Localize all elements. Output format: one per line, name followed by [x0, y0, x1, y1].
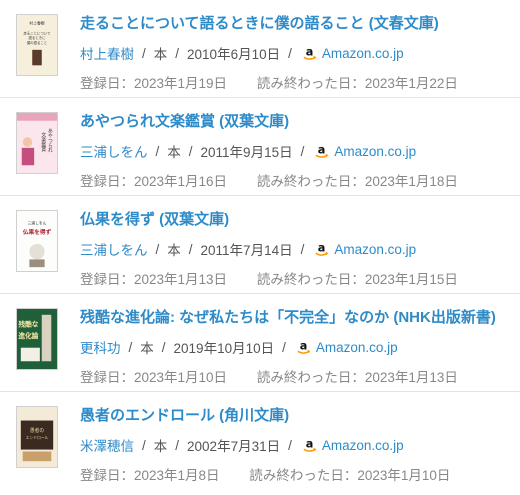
separator: /: [161, 339, 166, 355]
list-item: 愚者の エンドロール 愚者のエンドロール (角川文庫) 米澤穂信 / 本 / 2…: [0, 392, 520, 490]
book-title-link[interactable]: 愚者のエンドロール (角川文庫): [80, 404, 289, 425]
author-link[interactable]: 三浦しをん: [80, 141, 148, 161]
cover-text: 僕の語ること: [27, 40, 47, 45]
item-type: 本: [167, 243, 181, 258]
amazon-logo-icon: a: [315, 242, 329, 256]
separator: /: [155, 143, 160, 159]
store-label: Amazon.co.jp: [315, 339, 398, 355]
book-meta: 三浦しをん / 本 / 2011年7月14日 / a Amazon.co.jp: [80, 239, 416, 259]
list-item: 村上春樹 走ることについて 語るときに 僕の語ること 走ることについて語るときに…: [0, 0, 520, 98]
book-dates: 登録日：2023年1月10日 読み終わった日：2023年1月13日: [80, 366, 458, 386]
separator: /: [300, 241, 305, 257]
list-item: 三浦しをん 仏果を得ず 仏果を得ず (双葉文庫) 三浦しをん / 本 / 201…: [0, 196, 520, 294]
cover-text: 進化論: [18, 331, 38, 340]
list-item: あやつられ 文楽鑑賞 あやつられ文楽鑑賞 (双葉文庫) 三浦しをん / 本 / …: [0, 98, 520, 196]
amazon-link[interactable]: a Amazon.co.jp: [302, 438, 404, 453]
amazon-logo-icon: a: [297, 340, 311, 354]
author-link[interactable]: 三浦しをん: [80, 239, 148, 259]
cover-text: エンドロール: [26, 435, 49, 440]
separator: /: [300, 143, 305, 159]
amazon-logo-icon: a: [315, 144, 329, 158]
book-cover[interactable]: 三浦しをん 仏果を得ず: [16, 210, 58, 272]
author-link[interactable]: 更科功: [80, 337, 121, 357]
finished-date: 読み終わった日：2023年1月15日: [256, 272, 458, 287]
book-dates: 登録日：2023年1月13日 読み終わった日：2023年1月15日: [80, 268, 458, 288]
registered-date: 登録日：2023年1月16日: [80, 174, 228, 189]
cover-text: 愚者の: [30, 428, 44, 434]
cover-text: 語るときに: [28, 35, 46, 40]
cover-text: 三浦しをん: [28, 221, 47, 226]
reading-list: 村上春樹 走ることについて 語るときに 僕の語ること 走ることについて語るときに…: [0, 0, 520, 490]
separator: /: [288, 437, 292, 453]
separator: /: [155, 241, 160, 257]
registered-date: 登録日：2023年1月13日: [80, 272, 228, 287]
store-label: Amazon.co.jp: [321, 437, 404, 453]
amazon-link[interactable]: a Amazon.co.jp: [302, 46, 404, 61]
book-cover[interactable]: あやつられ 文楽鑑賞: [16, 112, 58, 174]
separator: /: [282, 339, 286, 355]
svg-text:a: a: [300, 340, 308, 352]
author-link[interactable]: 村上春樹: [80, 43, 134, 63]
registered-date: 登録日：2023年1月10日: [80, 370, 228, 385]
book-meta: 米澤穂信 / 本 / 2002年7月31日 / a Amazon.co.jp: [80, 435, 404, 455]
store-label: Amazon.co.jp: [321, 45, 404, 61]
publish-date: 2002年7月31日: [187, 439, 281, 454]
cover-text: 走ることについて: [23, 30, 51, 35]
book-title-link[interactable]: 走ることについて語るときに僕の語ること (文春文庫): [80, 12, 439, 33]
book-dates: 登録日：2023年1月19日 読み終わった日：2023年1月22日: [80, 72, 458, 92]
publish-date: 2011年7月14日: [200, 243, 293, 258]
separator: /: [128, 339, 133, 355]
store-label: Amazon.co.jp: [334, 143, 417, 159]
registered-date: 登録日：2023年1月19日: [80, 76, 228, 91]
cover-text: 仏果を得ず: [22, 228, 52, 236]
book-title-link[interactable]: あやつられ文楽鑑賞 (双葉文庫): [80, 110, 289, 131]
separator: /: [142, 437, 146, 453]
amazon-logo-icon: a: [303, 438, 317, 452]
svg-text:a: a: [318, 242, 326, 254]
separator: /: [175, 437, 180, 453]
book-title-link[interactable]: 残酷な進化論: なぜ私たちは「不完全」なのか (NHK出版新書): [80, 306, 496, 327]
book-cover[interactable]: 村上春樹 走ることについて 語るときに 僕の語ること: [16, 14, 58, 76]
finished-date: 読み終わった日：2023年1月10日: [249, 468, 451, 483]
amazon-link[interactable]: a Amazon.co.jp: [314, 242, 416, 257]
svg-text:a: a: [306, 46, 314, 58]
item-type: 本: [140, 341, 154, 356]
cover-text: 文楽鑑賞: [40, 132, 45, 154]
book-meta: 更科功 / 本 / 2019年10月10日 / a Amazon.co.jp: [80, 337, 398, 357]
separator: /: [188, 143, 193, 159]
book-dates: 登録日：2023年1月16日 読み終わった日：2023年1月18日: [80, 170, 458, 190]
finished-date: 読み終わった日：2023年1月22日: [256, 76, 458, 91]
finished-date: 読み終わった日：2023年1月18日: [256, 174, 458, 189]
book-title-link[interactable]: 仏果を得ず (双葉文庫): [80, 208, 229, 229]
item-type: 本: [153, 439, 168, 454]
cover-text: 村上春樹: [29, 21, 44, 26]
author-link[interactable]: 米澤穂信: [80, 435, 134, 455]
book-cover[interactable]: 愚者の エンドロール: [16, 406, 58, 468]
store-label: Amazon.co.jp: [334, 241, 417, 257]
separator: /: [142, 45, 146, 61]
amazon-link[interactable]: a Amazon.co.jp: [314, 144, 416, 159]
cover-text: あやつられ: [47, 128, 52, 154]
publish-date: 2011年9月15日: [200, 145, 293, 160]
separator: /: [188, 241, 193, 257]
publish-date: 2010年6月10日: [187, 47, 281, 62]
separator: /: [288, 45, 292, 61]
svg-text:a: a: [306, 438, 314, 450]
book-dates: 登録日：2023年1月8日 読み終わった日：2023年1月10日: [80, 464, 450, 484]
finished-date: 読み終わった日：2023年1月13日: [256, 370, 458, 385]
item-type: 本: [167, 145, 181, 160]
amazon-link[interactable]: a Amazon.co.jp: [296, 340, 398, 355]
list-item: 残酷な 進化論 残酷な進化論: なぜ私たちは「不完全」なのか (NHK出版新書)…: [0, 294, 520, 392]
amazon-logo-icon: a: [303, 46, 317, 60]
svg-text:a: a: [318, 144, 326, 156]
registered-date: 登録日：2023年1月8日: [80, 468, 220, 483]
separator: /: [175, 45, 180, 61]
book-cover[interactable]: 残酷な 進化論: [16, 308, 58, 370]
publish-date: 2019年10月10日: [173, 341, 275, 356]
book-meta: 三浦しをん / 本 / 2011年9月15日 / a Amazon.co.jp: [80, 141, 416, 161]
cover-text: 残酷な: [18, 319, 38, 328]
book-meta: 村上春樹 / 本 / 2010年6月10日 / a Amazon.co.jp: [80, 43, 404, 63]
item-type: 本: [153, 47, 168, 62]
